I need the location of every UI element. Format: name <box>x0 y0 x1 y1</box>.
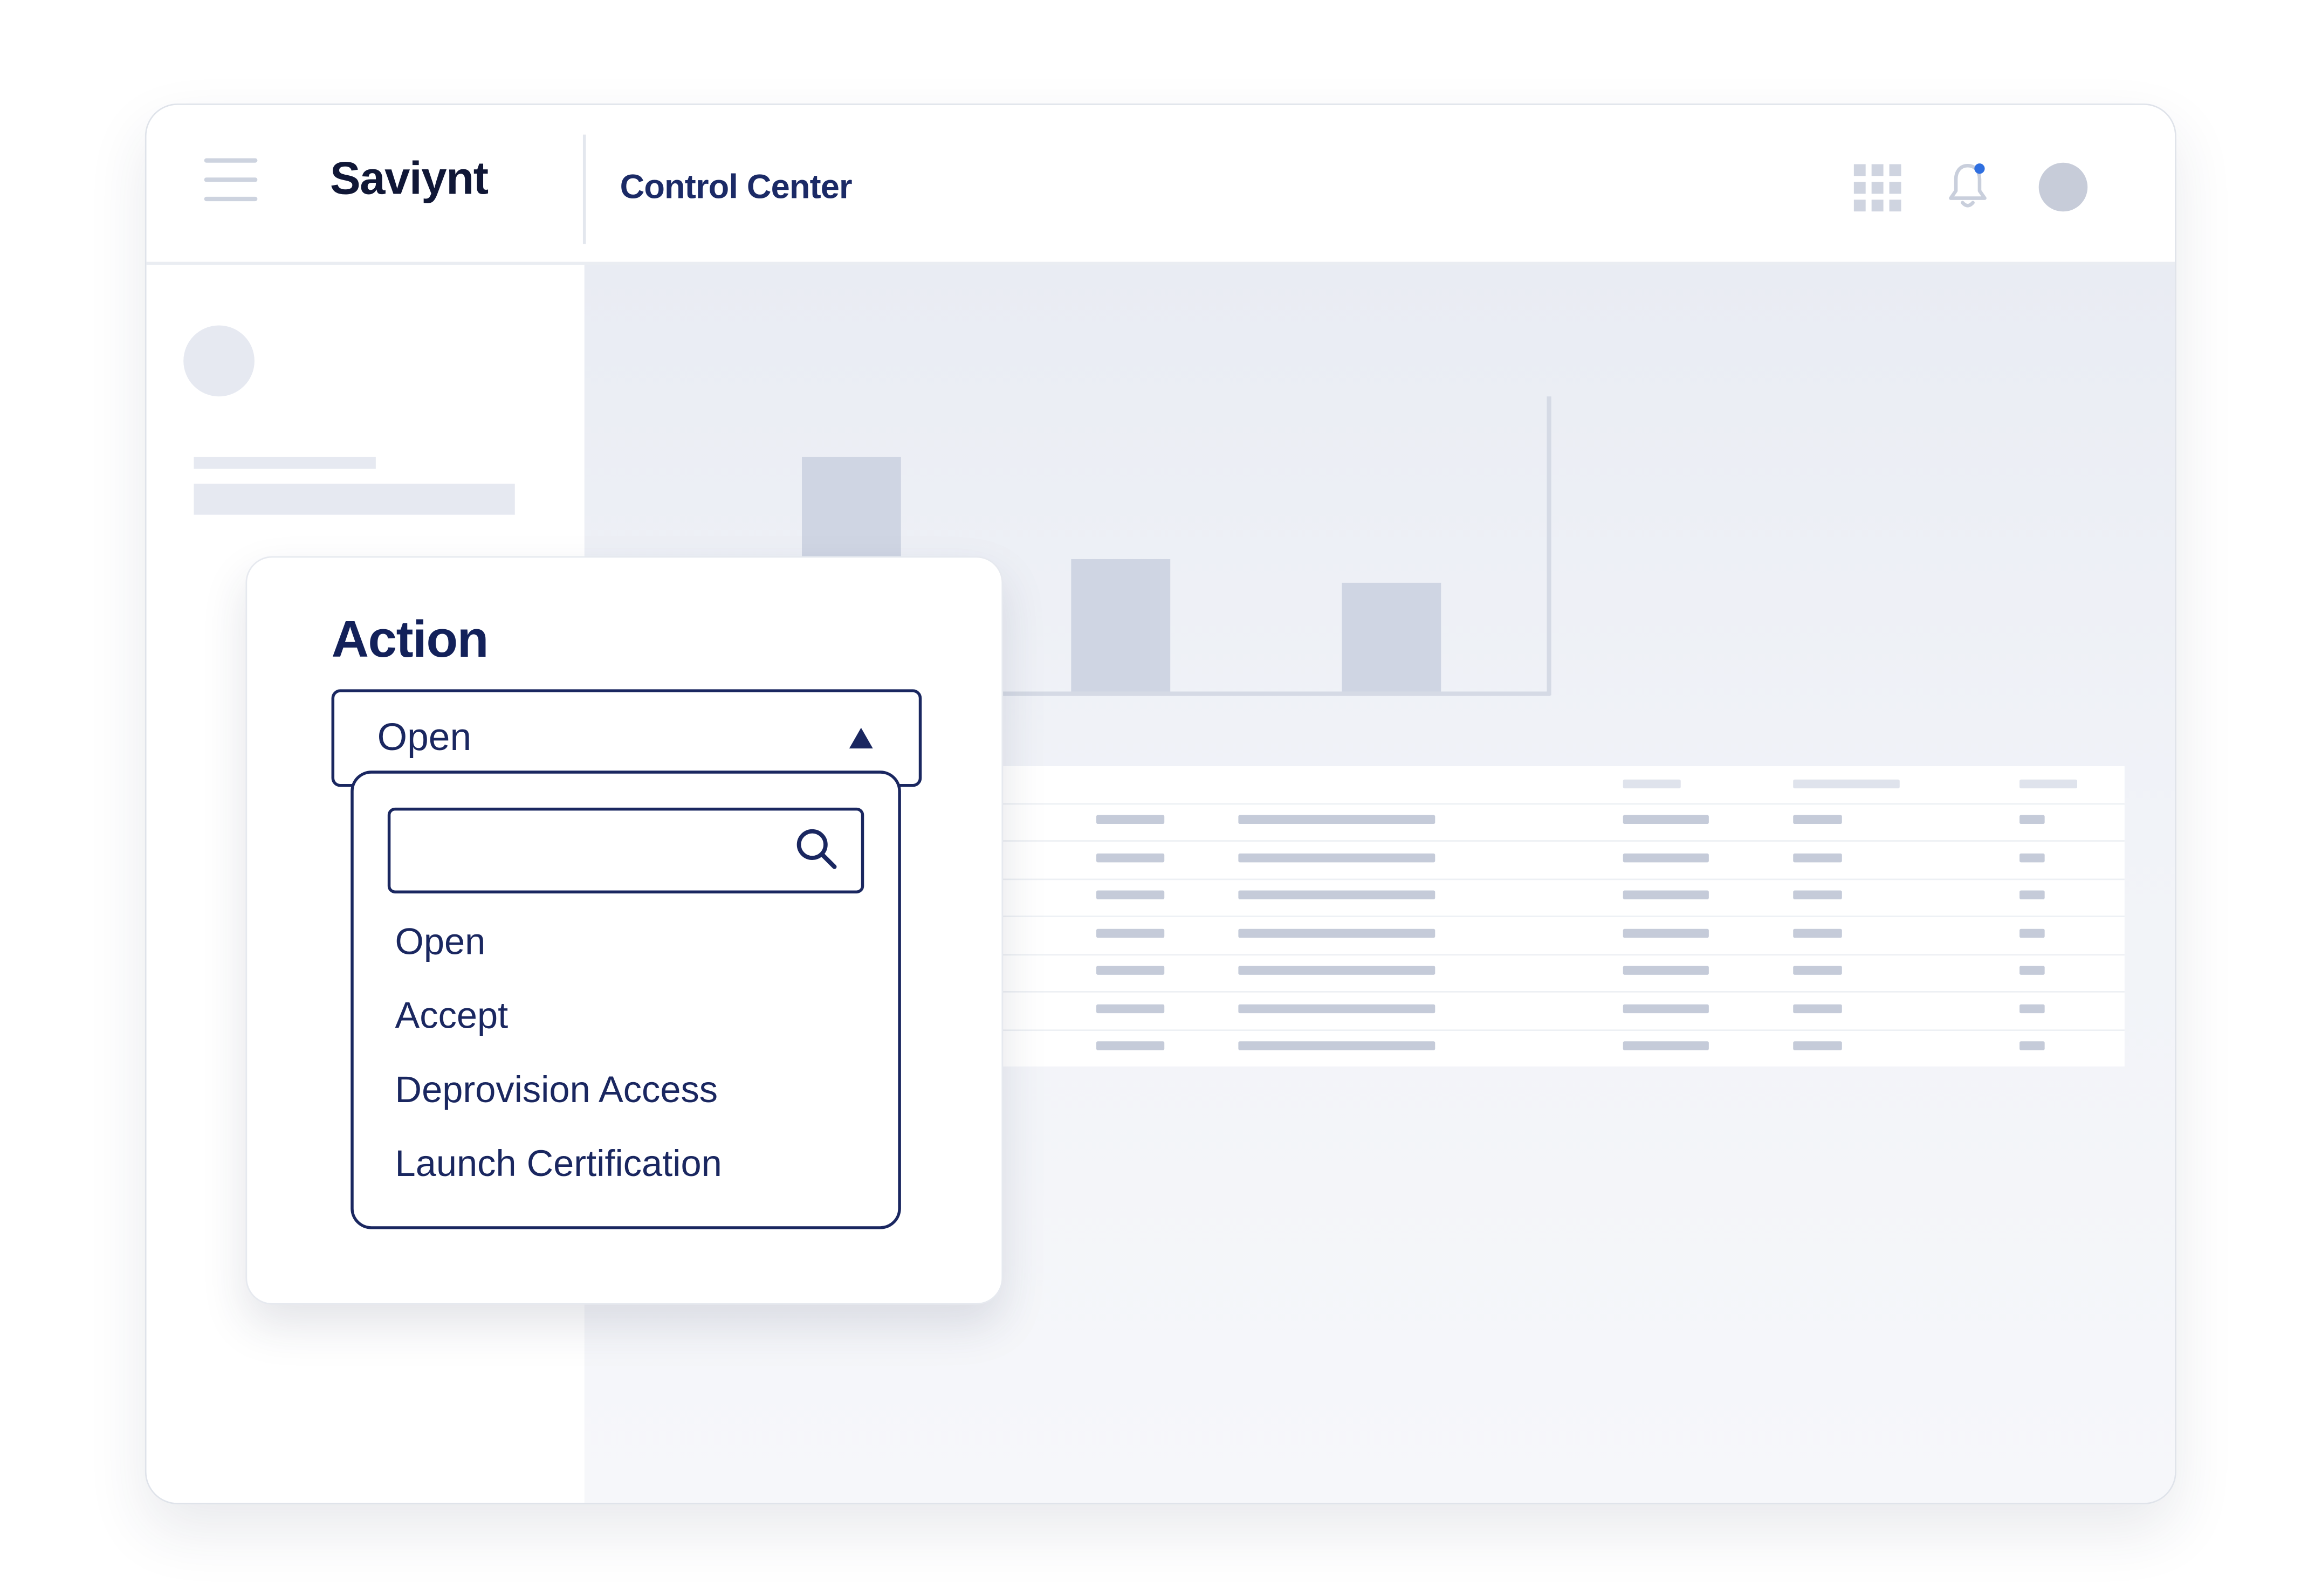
bell-icon[interactable] <box>1947 161 1989 211</box>
user-avatar[interactable] <box>2038 162 2088 212</box>
table-cell-placeholder <box>1793 1004 1842 1014</box>
scene: Saviynt Control Center Action Open Open … <box>0 0 2308 1596</box>
top-bar: Saviynt Control Center <box>146 105 2175 265</box>
action-select-value: Open <box>377 714 472 759</box>
table-cell-placeholder <box>1096 966 1165 975</box>
table-cell-placeholder <box>2020 890 2045 899</box>
menu-icon[interactable] <box>204 158 258 203</box>
chart-bar-placeholder <box>1071 559 1171 694</box>
header-divider <box>582 134 586 244</box>
apps-grid-icon[interactable] <box>1853 164 1901 212</box>
table-cell-placeholder <box>1238 853 1435 863</box>
action-title: Action <box>331 610 489 669</box>
table-cell-placeholder <box>1238 928 1435 938</box>
table-cell-placeholder <box>2020 1041 2045 1050</box>
dropdown-option-launch-certification[interactable]: Launch Certification <box>395 1144 722 1187</box>
table-cell-placeholder <box>1623 815 1709 824</box>
table-cell-placeholder <box>1096 815 1165 824</box>
table-cell-placeholder <box>1623 1004 1709 1014</box>
dropdown-option-deprovision-access[interactable]: Deprovision Access <box>395 1069 718 1112</box>
placeholder-table <box>992 766 2125 1067</box>
table-cell-placeholder <box>1793 890 1842 899</box>
table-cell-placeholder <box>2020 853 2045 863</box>
table-cell-placeholder <box>1238 1004 1435 1014</box>
action-panel: Action Open Open Accept Deprovision Acce… <box>245 556 1004 1305</box>
sidebar-avatar-placeholder <box>183 325 255 397</box>
dropdown-option-open[interactable]: Open <box>395 921 486 965</box>
table-cell-placeholder <box>1793 815 1842 824</box>
table-cell-placeholder <box>2020 1004 2045 1014</box>
table-cell-placeholder <box>1096 1041 1165 1050</box>
table-cell-placeholder <box>1238 890 1435 899</box>
table-cell-placeholder <box>1096 890 1165 899</box>
table-cell-placeholder <box>1793 1041 1842 1050</box>
sidebar-text-placeholder <box>194 457 376 469</box>
dropdown-option-accept[interactable]: Accept <box>395 995 509 1038</box>
table-cell-placeholder <box>2020 966 2045 975</box>
table-cell-placeholder <box>1238 966 1435 975</box>
table-cell-placeholder <box>1793 966 1842 975</box>
table-cell-placeholder <box>1096 1004 1165 1014</box>
table-cell-placeholder <box>1623 853 1709 863</box>
chart-bar-placeholder <box>1342 582 1441 694</box>
sidebar-text-placeholder <box>194 484 515 515</box>
table-cell-placeholder <box>1238 1041 1435 1050</box>
table-header-placeholder <box>1623 779 1681 789</box>
table-cell-placeholder <box>1623 928 1709 938</box>
table-cell-placeholder <box>1793 853 1842 863</box>
table-cell-placeholder <box>1623 1041 1709 1050</box>
table-header-placeholder <box>2020 779 2078 789</box>
table-header-placeholder <box>1793 779 1900 789</box>
search-icon[interactable] <box>794 827 839 871</box>
app-title: Control Center <box>620 167 853 206</box>
table-cell-placeholder <box>1623 890 1709 899</box>
table-cell-placeholder <box>1096 853 1165 863</box>
table-cell-placeholder <box>1238 815 1435 824</box>
notification-dot <box>1974 163 1985 174</box>
table-cell-placeholder <box>1793 928 1842 938</box>
action-dropdown-menu: Open Accept Deprovision Access Launch Ce… <box>351 771 901 1229</box>
caret-up-icon <box>849 727 873 749</box>
table-cell-placeholder <box>1623 966 1709 975</box>
dropdown-search-input[interactable] <box>387 807 864 893</box>
table-cell-placeholder <box>2020 815 2045 824</box>
brand-logo[interactable]: Saviynt <box>330 153 489 206</box>
table-cell-placeholder <box>1096 928 1165 938</box>
table-cell-placeholder <box>2020 928 2045 938</box>
